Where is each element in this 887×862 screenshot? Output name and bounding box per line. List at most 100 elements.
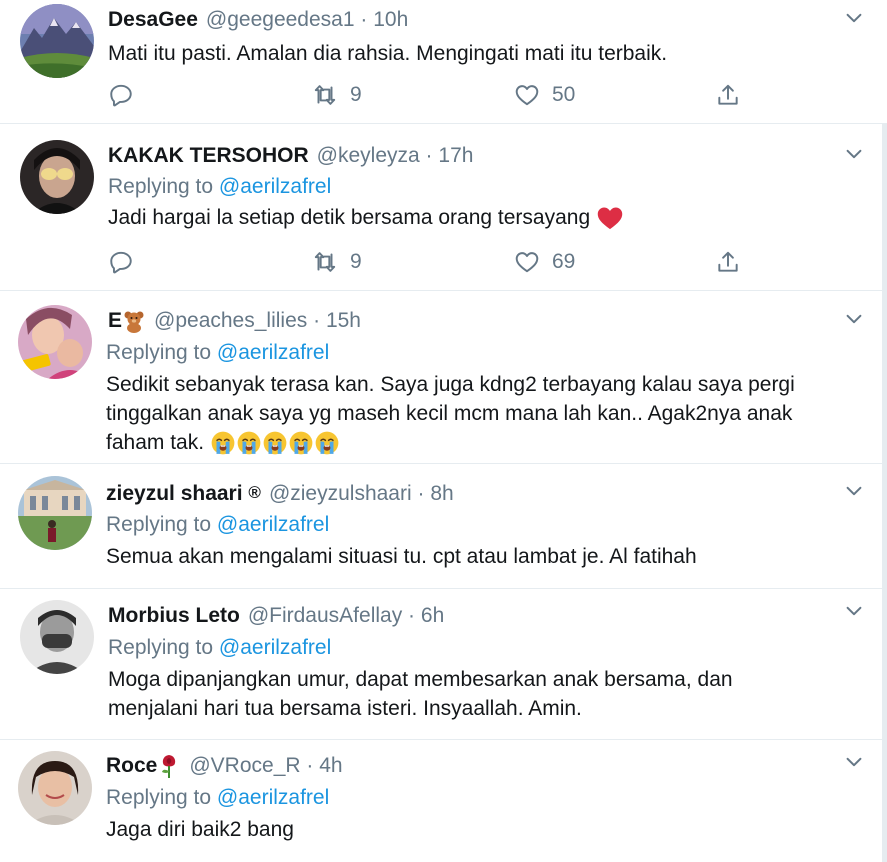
replying-to: Replying to @aerilzafrel	[108, 634, 331, 662]
reply-button[interactable]	[108, 247, 134, 277]
crying-face-icon	[288, 430, 314, 456]
mention-link[interactable]: @aerilzafrel	[219, 636, 331, 659]
user-photo-icon	[18, 751, 92, 825]
tweet-3[interactable]: E @peaches_lilies · 15h Replying to @aeri…	[0, 291, 887, 463]
handle[interactable]: @zieyzulshaari	[269, 482, 412, 505]
timestamp[interactable]: 6h	[421, 604, 444, 627]
crying-face-icon	[314, 430, 340, 456]
display-name[interactable]: DesaGee	[108, 8, 198, 31]
tweet-header: Morbius Leto @FirdausAfellay · 6h	[108, 602, 444, 630]
crying-face-icon	[262, 430, 288, 456]
display-name[interactable]: Roce	[106, 754, 157, 777]
reply-icon	[108, 82, 134, 108]
handle[interactable]: @keyleyza	[317, 144, 420, 167]
timestamp[interactable]: 10h	[373, 8, 408, 31]
tweet-5[interactable]: Morbius Leto @FirdausAfellay · 6h Replyin…	[0, 589, 887, 739]
chevron-down-icon[interactable]	[843, 7, 865, 29]
tweet-header: E @peaches_lilies · 15h	[108, 307, 361, 335]
avatar[interactable]	[20, 600, 94, 674]
tweet-text: Mati itu pasti. Amalan dia rahsia. Mengi…	[108, 42, 668, 65]
mountain-landscape-icon	[20, 4, 94, 78]
user-photo-icon	[18, 305, 92, 379]
timestamp[interactable]: 15h	[326, 309, 361, 332]
tweet-text: Semua akan mengalami situasi tu. cpt ata…	[106, 545, 697, 568]
tweet-6[interactable]: Roce @VRoce_R · 4h Replying to @aerilzafr…	[0, 740, 887, 862]
separator-dot: ·	[306, 754, 314, 777]
handle[interactable]: @peaches_lilies	[154, 309, 307, 332]
like-count: 50	[552, 83, 576, 106]
tweet-1[interactable]: DesaGee @geegeedesa1 · 10h Mati itu pasti…	[0, 0, 887, 124]
chevron-down-icon[interactable]	[843, 751, 865, 773]
teddy-bear-icon	[124, 311, 144, 334]
handle[interactable]: @geegeedesa1	[206, 8, 355, 31]
tweet-text-line: Moga dipanjangkan umur, dapat membesarka…	[108, 668, 733, 691]
replying-label: Replying to	[106, 786, 212, 809]
replying-to: Replying to @aerilzafrel	[106, 511, 329, 539]
chevron-down-icon[interactable]	[843, 600, 865, 622]
heart-icon	[514, 249, 540, 275]
chevron-down-icon[interactable]	[843, 143, 865, 165]
tweet-header: Roce @VRoce_R · 4h	[106, 752, 343, 780]
like-count: 69	[552, 250, 576, 273]
separator-dot: ·	[408, 604, 416, 627]
retweet-count: 9	[350, 83, 362, 106]
avatar[interactable]	[18, 476, 92, 550]
mention-link[interactable]: @aerilzafrel	[217, 513, 329, 536]
retweet-count: 9	[350, 250, 362, 273]
tweet-actions: 9 50	[108, 80, 748, 110]
registered-symbol: ®	[248, 483, 261, 502]
chevron-down-icon[interactable]	[843, 480, 865, 502]
separator-dot: ·	[425, 144, 433, 167]
timestamp[interactable]: 8h	[430, 482, 453, 505]
replying-label: Replying to	[106, 341, 212, 364]
share-button[interactable]	[715, 247, 741, 277]
display-name[interactable]: zieyzul shaari	[106, 482, 243, 505]
replying-label: Replying to	[108, 636, 214, 659]
tweet-2[interactable]: KAKAK TERSOHOR @keyleyza · 17h Replying t…	[0, 124, 887, 290]
mention-link[interactable]: @aerilzafrel	[219, 175, 331, 198]
tweet-actions: 9 69	[108, 247, 748, 277]
red-heart-icon	[596, 204, 624, 232]
share-button[interactable]	[715, 80, 741, 110]
tweet-text-line: tinggalkan anak saya yg maseh kecil mcm …	[106, 402, 793, 425]
handle[interactable]: @VRoce_R	[189, 754, 300, 777]
display-name[interactable]: KAKAK TERSOHOR	[108, 144, 309, 167]
reply-button[interactable]	[108, 80, 134, 110]
chevron-down-icon[interactable]	[843, 308, 865, 330]
share-icon	[715, 249, 741, 275]
separator-dot: ·	[360, 8, 368, 31]
tweet-header: DesaGee @geegeedesa1 · 10h	[108, 6, 408, 34]
tweet-text-line: menjalani hari tua bersama isteri. Insya…	[108, 697, 582, 720]
mention-link[interactable]: @aerilzafrel	[217, 786, 329, 809]
replying-to: Replying to @aerilzafrel	[106, 784, 329, 812]
reply-icon	[108, 249, 134, 275]
retweet-button[interactable]: 9	[312, 247, 362, 277]
handle[interactable]: @FirdausAfellay	[248, 604, 402, 627]
timestamp[interactable]: 4h	[319, 754, 342, 777]
crying-face-icon	[210, 430, 236, 456]
avatar[interactable]	[20, 4, 94, 78]
tweet-text-line: Sedikit sebanyak terasa kan. Saya juga k…	[106, 373, 795, 396]
replying-to: Replying to @aerilzafrel	[108, 173, 331, 201]
tweet-text: Jadi hargai la setiap detik bersama oran…	[108, 204, 624, 232]
retweet-button[interactable]: 9	[312, 80, 362, 110]
tweet-text-line: Jadi hargai la setiap detik bersama oran…	[108, 206, 591, 229]
user-photo-icon	[20, 140, 94, 214]
tweet-4[interactable]: zieyzul shaari ® @zieyzulshaari · 8h Repl…	[0, 464, 887, 588]
avatar[interactable]	[18, 305, 92, 379]
avatar[interactable]	[18, 751, 92, 825]
avatar[interactable]	[20, 140, 94, 214]
replying-label: Replying to	[108, 175, 214, 198]
timestamp[interactable]: 17h	[438, 144, 473, 167]
tweet-text: Jaga diri baik2 bang	[106, 818, 294, 841]
separator-dot: ·	[313, 309, 321, 332]
retweet-icon	[312, 249, 338, 275]
rose-icon	[162, 755, 176, 779]
heart-icon	[514, 82, 540, 108]
display-name[interactable]: E	[108, 309, 122, 332]
tweet-text-line: faham tak.	[106, 429, 340, 457]
like-button[interactable]: 69	[514, 247, 575, 277]
mention-link[interactable]: @aerilzafrel	[217, 341, 329, 364]
display-name[interactable]: Morbius Leto	[108, 604, 240, 627]
like-button[interactable]: 50	[514, 80, 575, 110]
